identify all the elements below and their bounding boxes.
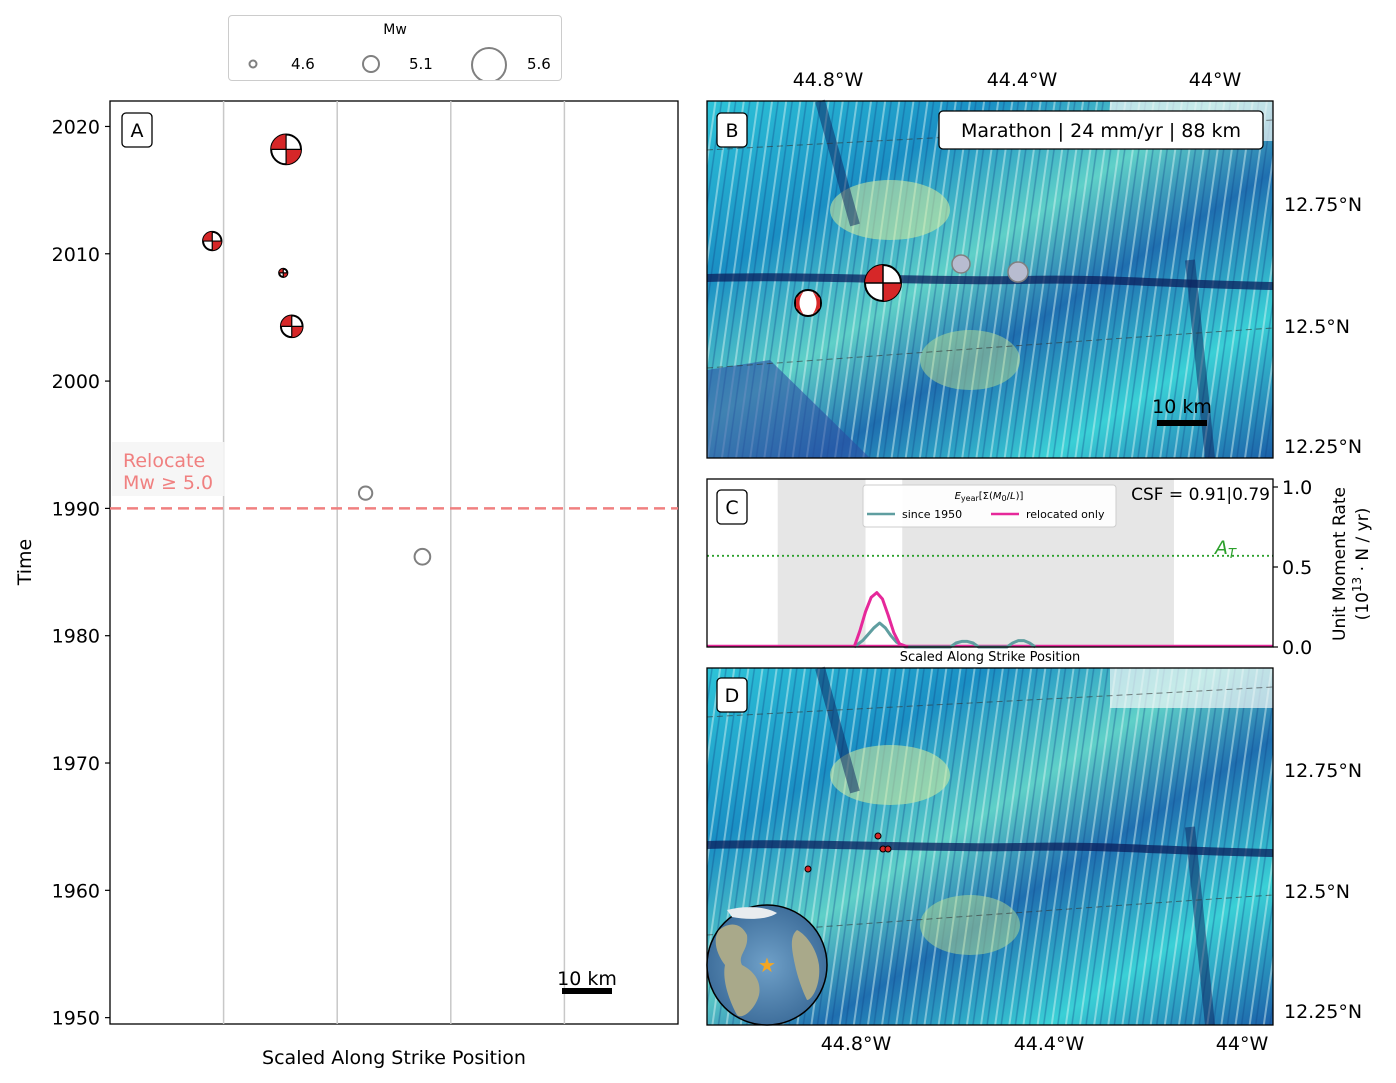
panel-d-high-relief-2 bbox=[920, 895, 1020, 955]
panel-a-catalog-event bbox=[357, 485, 374, 501]
panel-a-y-tick-label: 1990 bbox=[52, 498, 100, 520]
panel-d-epicenter bbox=[874, 832, 882, 840]
panel-c-threshold-label: AT bbox=[1213, 537, 1237, 562]
panel-d-lat-tick-3: 12.25°N bbox=[1284, 1001, 1362, 1023]
relocate-label-line2: Mw ≥ 5.0 bbox=[123, 472, 213, 494]
panel-a-y-tick-label: 2010 bbox=[52, 244, 100, 266]
panel-b-beachball-large bbox=[864, 264, 902, 302]
panel-a-chart: 1950 1960 1970 1980 1990 2000 2010 2020 Relocat… bbox=[14, 100, 679, 1069]
panel-a-events bbox=[202, 133, 432, 566]
panel-a-scalebar-label: 10 km bbox=[557, 968, 617, 990]
panel-b-lat-tick-1: 12.75°N bbox=[1284, 194, 1362, 216]
panel-d-epicenter bbox=[884, 845, 892, 853]
panel-b-lat-tick-3: 12.25°N bbox=[1284, 436, 1362, 458]
panel-c-chart: AT 0.00.51.0 C Eyear[Σ(M0/L)] since 1950… bbox=[706, 477, 1373, 665]
panel-a-y-tick-label: 2020 bbox=[52, 116, 100, 138]
panel-a-y-tick-label: 1970 bbox=[52, 753, 100, 775]
panel-a-y-axis-label: Time bbox=[14, 539, 36, 587]
panel-b-epicenter-gray bbox=[951, 254, 971, 274]
panel-a-grid bbox=[222, 101, 566, 1024]
panel-c-y-tick-label: 0.5 bbox=[1282, 557, 1312, 579]
panel-b-info: Marathon | 24 mm/yr | 88 km bbox=[961, 120, 1241, 142]
panel-b-label: B bbox=[725, 120, 738, 142]
panel-c-csf: CSF = 0.91|0.79 bbox=[1131, 485, 1270, 505]
panel-a-y-tick-label: 1980 bbox=[52, 626, 100, 648]
panel-d-map: D ★ 44.8°W 44.4°W 44°W 12.75°N 12.5°N 12… bbox=[706, 666, 1362, 1055]
panel-c-label: C bbox=[725, 497, 738, 519]
panel-d-lon-tick-3: 44°W bbox=[1216, 1033, 1269, 1055]
panel-c-legend-label-relocated: relocated only bbox=[1026, 508, 1105, 521]
panel-a-y-tick-label: 1960 bbox=[52, 880, 100, 902]
panel-c-legend-label-since1950: since 1950 bbox=[902, 508, 962, 521]
panel-b-lat-tick-2: 12.5°N bbox=[1284, 316, 1350, 338]
panel-c-y-axis-label-line2: (1013 · N / yr) bbox=[1350, 508, 1373, 621]
panel-a-focal-mechanism bbox=[202, 230, 223, 252]
panel-a-catalog-event bbox=[413, 547, 432, 566]
panel-d-label: D bbox=[725, 685, 740, 707]
panel-c-shade bbox=[777, 479, 866, 647]
panel-b-lon-tick-2: 44.4°W bbox=[987, 69, 1058, 91]
panel-c-y-ticks: 0.0 0.5 1.0 bbox=[1273, 477, 1312, 659]
panel-b-lon-tick-3: 44°W bbox=[1189, 69, 1242, 91]
panel-a-frame bbox=[109, 100, 679, 1025]
panel-b-epicenter-gray bbox=[1007, 261, 1029, 283]
panel-a-x-axis-label: Scaled Along Strike Position bbox=[262, 1047, 526, 1069]
panel-a-label: A bbox=[131, 120, 144, 142]
globe-location-star-icon: ★ bbox=[758, 953, 776, 977]
panel-c-y-tick-label: 0.0 bbox=[1282, 637, 1312, 659]
panel-b-scalebar-label: 10 km bbox=[1152, 396, 1212, 418]
locator-globe: ★ bbox=[706, 904, 828, 1026]
panel-d-lat-tick-1: 12.75°N bbox=[1284, 760, 1362, 782]
panel-d-epicenter bbox=[804, 865, 812, 873]
relocate-label-line1: Relocate bbox=[123, 450, 205, 472]
panel-a-focal-mechanism bbox=[279, 314, 304, 339]
panel-a-y-tick-label: 1950 bbox=[52, 1008, 100, 1030]
panel-b-beachball-small bbox=[794, 289, 822, 317]
panel-b-lon-tick-1: 44.8°W bbox=[793, 69, 864, 91]
panel-d-lon-tick-2: 44.4°W bbox=[1014, 1033, 1085, 1055]
panel-c-y-tick-label: 1.0 bbox=[1282, 477, 1312, 499]
panel-a-y-tick-label: 2000 bbox=[52, 371, 100, 393]
panel-d-lat-tick-2: 12.5°N bbox=[1284, 881, 1350, 903]
panel-c-y-axis-label-line1: Unit Moment Rate bbox=[1330, 487, 1350, 641]
panel-b-map: B Marathon | 24 mm/yr | 88 km 10 km 44.8… bbox=[706, 69, 1362, 459]
panel-a-y-ticks: 1950 1960 1970 1980 1990 2000 2010 2020 bbox=[52, 116, 110, 1030]
panel-a-focal-mechanism bbox=[278, 267, 289, 278]
panel-b-high-relief-2 bbox=[920, 330, 1020, 390]
panel-a-focal-mechanism bbox=[270, 133, 303, 166]
panel-d-lon-tick-1: 44.8°W bbox=[821, 1033, 892, 1055]
